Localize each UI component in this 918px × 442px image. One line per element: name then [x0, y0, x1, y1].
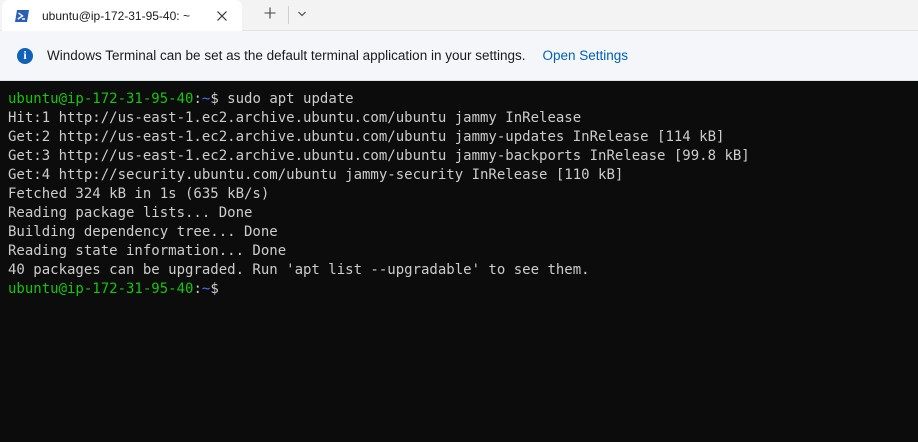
- output-line: Get:4 http://security.ubuntu.com/ubuntu …: [8, 167, 624, 183]
- output-line: Reading state information... Done: [8, 243, 287, 259]
- output-line: 40 packages can be upgraded. Run 'apt li…: [8, 262, 590, 278]
- prompt-colon: :: [193, 91, 202, 107]
- powershell-icon: [14, 8, 30, 24]
- command-text: sudo apt update: [218, 91, 354, 107]
- tab-bar: ubuntu@ip-172-31-95-40: ~: [0, 0, 918, 31]
- prompt-line: ubuntu@ip-172-31-95-40:~$ sudo apt updat…: [8, 90, 918, 109]
- tab-ubuntu[interactable]: ubuntu@ip-172-31-95-40: ~: [2, 0, 242, 31]
- output-line: Building dependency tree... Done: [8, 224, 278, 240]
- tab-title: ubuntu@ip-172-31-95-40: ~: [42, 8, 190, 23]
- prompt-user-host: ubuntu@ip-172-31-95-40: [8, 91, 194, 107]
- new-tab-dropdown-button[interactable]: [289, 6, 315, 24]
- output-line: Hit:1 http://us-east-1.ec2.archive.ubunt…: [8, 110, 582, 126]
- prompt-symbol: $: [210, 281, 219, 297]
- output-line: Fetched 324 kB in 1s (635 kB/s): [8, 186, 270, 202]
- info-icon: i: [17, 47, 33, 64]
- prompt-user-host: ubuntu@ip-172-31-95-40: [8, 281, 194, 297]
- close-tab-icon[interactable]: [210, 4, 234, 28]
- plus-icon: [264, 6, 276, 24]
- prompt-colon: :: [193, 281, 202, 297]
- infobar-message: Windows Terminal can be set as the defau…: [47, 48, 526, 63]
- prompt-symbol: $: [210, 91, 219, 107]
- output-line: Get:2 http://us-east-1.ec2.archive.ubunt…: [8, 129, 725, 145]
- output-line: Reading package lists... Done: [8, 205, 253, 221]
- open-settings-link[interactable]: Open Settings: [543, 48, 629, 63]
- chevron-down-icon: [297, 6, 307, 24]
- output-line: Get:3 http://us-east-1.ec2.archive.ubunt…: [8, 148, 750, 164]
- terminal-output-area[interactable]: ubuntu@ip-172-31-95-40:~$ sudo apt updat…: [0, 81, 918, 442]
- default-terminal-infobar: i Windows Terminal can be set as the def…: [0, 31, 918, 81]
- prompt-line: ubuntu@ip-172-31-95-40:~$: [8, 280, 918, 299]
- terminal-window: ubuntu@ip-172-31-95-40: ~ i Windows Term…: [0, 0, 918, 442]
- new-tab-button[interactable]: [252, 6, 289, 24]
